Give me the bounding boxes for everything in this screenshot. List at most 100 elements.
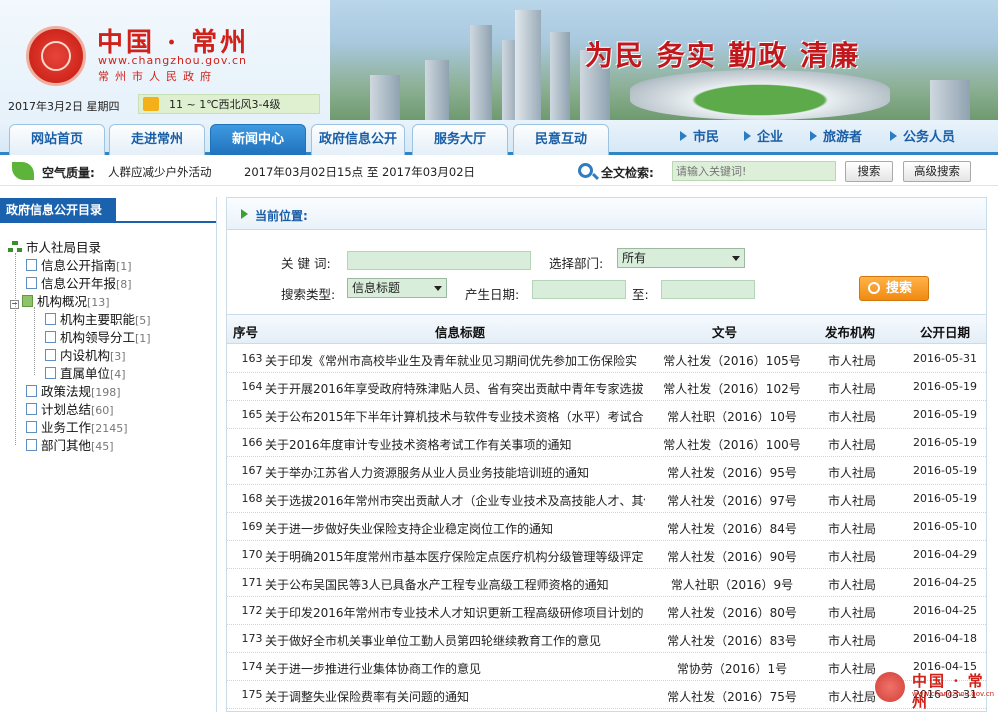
table-row[interactable]: 172 关于印发2016年常州市专业技术人才知识更新工程高级研修项目计划的 常人社发…: [227, 597, 986, 625]
current-date: 2017年3月2日 星期四: [8, 100, 120, 113]
cell-doc-no: 常人社发（2016）80号: [667, 606, 797, 620]
search-type-select[interactable]: 信息标题: [347, 278, 447, 298]
header-brand-area: 中国 · 常州 www.changzhou.gov.cn 常州市人民政府 201…: [0, 0, 330, 120]
audience-tourist[interactable]: 旅游者: [810, 126, 862, 145]
cell-doc-no: 常人社发（2016）90号: [667, 550, 797, 564]
cell-title[interactable]: 关于进一步推进行业集体协商工作的意见: [265, 660, 645, 677]
cell-title[interactable]: 关于开展2016年享受政府特殊津贴人员、省有突出贡献中青年专家选拔: [265, 380, 645, 397]
tab-public-interaction[interactable]: 民意互动: [513, 124, 609, 155]
tab-gov-info[interactable]: 政府信息公开: [311, 124, 405, 155]
cell-publisher: 市人社局: [827, 550, 876, 564]
cell-publisher: 市人社局: [827, 438, 876, 452]
cell-title[interactable]: 关于选拔2016年常州市突出贡献人才（企业专业技术及高技能人才、其他: [265, 492, 645, 509]
cell-title[interactable]: 关于公布2015年下半年计算机技术与软件专业技术资格（水平）考试合: [265, 408, 645, 425]
cell-doc-no: 常人社发（2016）102号: [663, 382, 801, 396]
search-icon: [578, 163, 593, 178]
col-title[interactable]: 信息标题: [435, 322, 485, 341]
tree-item-affiliated-units[interactable]: 直属单位[4]: [45, 363, 126, 382]
fulltext-search-input[interactable]: [672, 161, 836, 181]
tree-item-business[interactable]: 业务工作[2145]: [26, 417, 128, 436]
cell-doc-no: 常人社发（2016）97号: [667, 494, 797, 508]
tree-item-org-overview[interactable]: − 机构概况[13]: [10, 291, 110, 310]
audience-civil-servant[interactable]: 公务人员: [890, 126, 955, 145]
gov-name: 常州市人民政府: [98, 70, 217, 83]
search-type-label: 搜索类型:: [281, 287, 336, 302]
cell-title[interactable]: 关于做好全市机关事业单位工勤人员第四轮继续教育工作的意见: [265, 632, 645, 649]
col-date[interactable]: 公开日期: [920, 322, 970, 341]
cell-doc-no: 常人社发（2016）95号: [667, 466, 797, 480]
table-row[interactable]: 164 关于开展2016年享受政府特殊津贴人员、省有突出贡献中青年专家选拔 常人社发…: [227, 373, 986, 401]
location-bar: 当前位置:: [227, 198, 986, 230]
table-row[interactable]: 173 关于做好全市机关事业单位工勤人员第四轮继续教育工作的意见 常人社发（2016…: [227, 625, 986, 653]
cell-doc-no: 常人社职（2016）10号: [667, 410, 797, 424]
department-select[interactable]: 所有: [617, 248, 745, 268]
cell-publisher: 市人社局: [827, 522, 876, 536]
document-icon: [26, 439, 37, 451]
cell-date: 2016-05-31: [913, 352, 977, 365]
cell-title[interactable]: 关于明确2015年度常州市基本医疗保险定点医疗机构分级管理等级评定: [265, 548, 645, 565]
cell-no: 171: [241, 576, 263, 589]
cell-publisher: 市人社局: [827, 634, 876, 648]
triangle-icon: [890, 131, 897, 141]
advanced-search-button[interactable]: 高级搜索: [903, 161, 971, 182]
tree-item-guide[interactable]: 信息公开指南[1]: [26, 255, 132, 274]
table-row[interactable]: 170 关于明确2015年度常州市基本医疗保险定点医疗机构分级管理等级评定 常人社发…: [227, 541, 986, 569]
cell-title[interactable]: 关于印发《常州市高校毕业生及青年就业见习期间优先参加工伤保险实: [265, 352, 645, 369]
tree-item-internal-units[interactable]: 内设机构[3]: [45, 345, 126, 364]
cell-doc-no: 常人社发（2016）83号: [667, 634, 797, 648]
cell-date: 2016-05-19: [913, 464, 977, 477]
tree-item-main-functions[interactable]: 机构主要职能[5]: [45, 309, 151, 328]
tab-home[interactable]: 网站首页: [9, 124, 105, 155]
document-icon: [26, 421, 37, 433]
tree-item-policies[interactable]: 政策法规[198]: [26, 381, 121, 400]
cell-title[interactable]: 关于印发2016年常州市专业技术人才知识更新工程高级研修项目计划的: [265, 604, 645, 621]
table-row[interactable]: 171 关于公布吴国民等3人已具备水产工程专业高级工程师资格的通知 常人社职（201…: [227, 569, 986, 597]
col-publisher[interactable]: 发布机构: [825, 322, 875, 341]
collapse-icon[interactable]: −: [10, 300, 19, 309]
col-doc-no[interactable]: 文号: [712, 322, 737, 341]
tree-item-plans[interactable]: 计划总结[60]: [26, 399, 114, 418]
document-icon: [26, 277, 37, 289]
tab-about-changzhou[interactable]: 走进常州: [109, 124, 205, 155]
table-row[interactable]: 163 关于印发《常州市高校毕业生及青年就业见习期间优先参加工伤保险实 常人社发（2…: [227, 345, 986, 373]
site-url: www.changzhou.gov.cn: [98, 54, 248, 67]
cell-title[interactable]: 关于公布吴国民等3人已具备水产工程专业高级工程师资格的通知: [265, 576, 645, 593]
tree-item-annual-report[interactable]: 信息公开年报[8]: [26, 273, 132, 292]
cell-title[interactable]: 关于举办江苏省人力资源服务从业人员业务技能培训班的通知: [265, 464, 645, 481]
audience-citizen[interactable]: 市民: [680, 126, 719, 145]
table-row[interactable]: 165 关于公布2015年下半年计算机技术与软件专业技术资格（水平）考试合 常人社职…: [227, 401, 986, 429]
cell-no: 175: [241, 688, 263, 701]
search-button[interactable]: 搜索: [845, 161, 893, 182]
cell-doc-no: 常协劳（2016）1号: [676, 662, 788, 676]
city-emblem-icon[interactable]: [26, 26, 86, 86]
table-row[interactable]: 167 关于举办江苏省人力资源服务从业人员业务技能培训班的通知 常人社发（2016）…: [227, 457, 986, 485]
cell-publisher: 市人社局: [827, 354, 876, 368]
date-to-input[interactable]: [661, 280, 755, 299]
col-no[interactable]: 序号: [233, 322, 258, 341]
form-search-button[interactable]: 搜索: [859, 276, 929, 301]
tree-item-other[interactable]: 部门其他[45]: [26, 435, 114, 454]
weather-text: 11 ~ 1℃西北风3-4级: [169, 98, 281, 111]
cell-title[interactable]: 关于2016年度审计专业技术资格考试工作有关事项的通知: [265, 436, 645, 453]
tab-news-center[interactable]: 新闻中心: [210, 124, 306, 155]
keyword-label: 关 键 词:: [281, 256, 331, 271]
tree-root[interactable]: 市人社局目录: [8, 237, 101, 256]
cell-publisher: 市人社局: [827, 382, 876, 396]
cell-title[interactable]: 关于调整失业保险费率有关问题的通知: [265, 688, 645, 705]
tab-service-hall[interactable]: 服务大厅: [412, 124, 508, 155]
triangle-icon: [241, 209, 248, 219]
fulltext-search-label: 全文检索:: [601, 166, 654, 180]
cell-no: 165: [241, 408, 263, 421]
audience-enterprise[interactable]: 企业: [744, 126, 783, 145]
table-row[interactable]: 169 关于进一步做好失业保险支持企业稳定岗位工作的通知 常人社发（2016）84号…: [227, 513, 986, 541]
table-row[interactable]: 168 关于选拔2016年常州市突出贡献人才（企业专业技术及高技能人才、其他 常人社…: [227, 485, 986, 513]
cell-publisher: 市人社局: [827, 410, 876, 424]
keyword-input[interactable]: [347, 251, 531, 270]
cell-no: 167: [241, 464, 263, 477]
cell-title[interactable]: 关于进一步做好失业保险支持企业稳定岗位工作的通知: [265, 520, 645, 537]
date-from-input[interactable]: [532, 280, 626, 299]
table-row[interactable]: 166 关于2016年度审计专业技术资格考试工作有关事项的通知 常人社发（2016）…: [227, 429, 986, 457]
tree-item-leadership[interactable]: 机构领导分工[1]: [45, 327, 151, 346]
cell-no: 168: [241, 492, 263, 505]
cell-date: 2016-05-19: [913, 436, 977, 449]
